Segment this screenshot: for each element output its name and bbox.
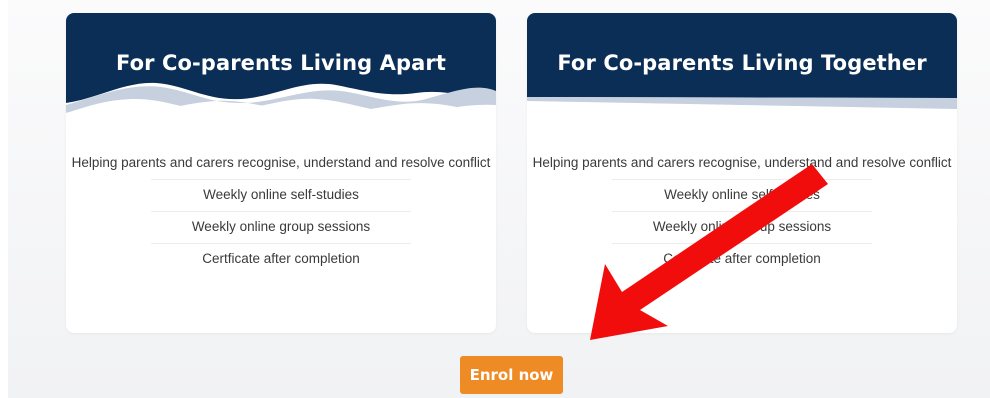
card-header-living-together: For Co-parents Living Together [527, 13, 957, 123]
feature-item: Weekly online self-studies [66, 179, 496, 211]
card-title: For Co-parents Living Together [557, 51, 927, 75]
feature-item: Certficate after completion [66, 243, 496, 275]
feature-list: Helping parents and carers recognise, un… [527, 147, 957, 275]
feature-item: Weekly online self-studies [527, 179, 957, 211]
card-header-living-apart: For Co-parents Living Apart [66, 13, 496, 123]
program-card-living-together: For Co-parents Living Together Helping p… [527, 13, 957, 333]
enrol-now-button[interactable]: Enrol now [460, 356, 563, 394]
feature-item: Weekly online group sessions [66, 211, 496, 243]
feature-item: Certficate after completion [527, 243, 957, 275]
feature-list: Helping parents and carers recognise, un… [66, 147, 496, 275]
card-title: For Co-parents Living Apart [115, 51, 447, 75]
program-card-living-apart: For Co-parents Living Apart Helping pare… [66, 13, 496, 333]
feature-item: Weekly online group sessions [527, 211, 957, 243]
feature-item: Helping parents and carers recognise, un… [71, 155, 491, 170]
feature-item: Helping parents and carers recognise, un… [532, 155, 952, 170]
